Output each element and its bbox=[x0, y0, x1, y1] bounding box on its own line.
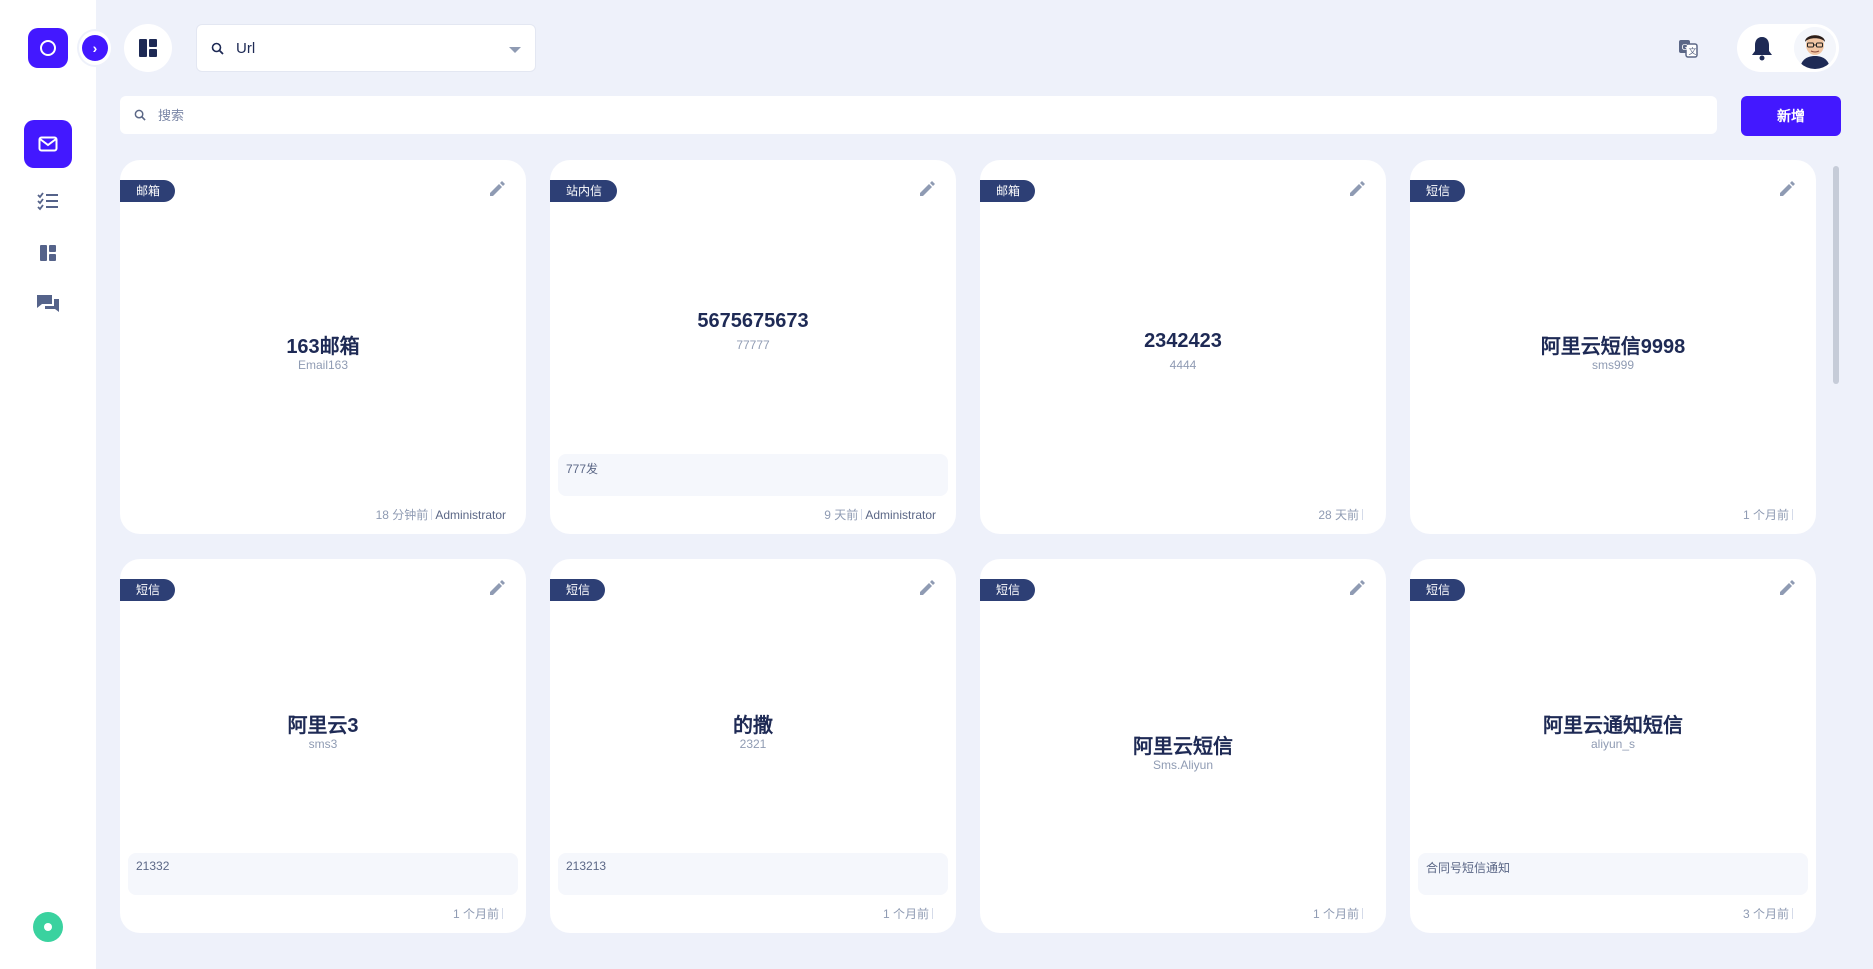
card-time: 1 个月前 bbox=[1312, 907, 1359, 921]
url-select-value: Url bbox=[236, 39, 256, 57]
card-type-badge: 短信 bbox=[550, 579, 606, 601]
svg-text:G: G bbox=[1682, 43, 1688, 52]
card-subtitle: aliyun_s bbox=[1590, 737, 1636, 751]
avatar[interactable] bbox=[1794, 27, 1836, 69]
status-indicator[interactable] bbox=[33, 912, 63, 942]
card-type-badge: 短信 bbox=[1410, 579, 1466, 601]
card-user: Administrator bbox=[865, 508, 936, 522]
checklist-icon bbox=[37, 192, 58, 211]
card-title: 的撒 bbox=[733, 715, 773, 737]
dashboard-icon bbox=[139, 39, 157, 57]
card-note: 合同号短信通知 bbox=[1418, 853, 1808, 895]
card-subtitle: 4444 bbox=[1169, 358, 1197, 372]
card-title: 阿里云3 bbox=[287, 715, 359, 737]
sidebar-expand-button[interactable]: › bbox=[77, 29, 113, 67]
card-subtitle: 77777 bbox=[736, 338, 770, 352]
chevron-right-icon: › bbox=[82, 35, 108, 61]
card-time: 1 个月前 bbox=[882, 907, 929, 921]
translate-button[interactable]: G文 bbox=[1676, 36, 1700, 60]
sidebar-item-mail[interactable] bbox=[24, 120, 72, 168]
card-time: 3 个月前 bbox=[1742, 907, 1789, 921]
add-button[interactable]: 新增 bbox=[1741, 96, 1841, 136]
edit-icon[interactable] bbox=[488, 180, 506, 198]
edit-icon[interactable] bbox=[1778, 579, 1796, 597]
card-type-badge: 邮箱 bbox=[120, 180, 176, 202]
template-card[interactable]: 站内信 5675675673 77777 777发 9 天前 Administra… bbox=[550, 160, 956, 534]
template-card[interactable]: 短信 的撒 2321 213213 1 个月前 bbox=[550, 559, 956, 933]
mail-icon bbox=[38, 136, 58, 152]
card-meta: 18 分钟前 Administrator bbox=[376, 506, 506, 523]
edit-icon[interactable] bbox=[488, 579, 506, 597]
dashboard-switch-button[interactable] bbox=[124, 24, 172, 72]
card-title: 阿里云通知短信 bbox=[1543, 715, 1683, 737]
card-time: 1 个月前 bbox=[1742, 508, 1789, 522]
card-subtitle: 2321 bbox=[739, 737, 767, 751]
card-type-badge: 短信 bbox=[980, 579, 1036, 601]
card-note: 777发 bbox=[558, 454, 948, 496]
card-subtitle: Sms.Aliyun bbox=[1152, 758, 1214, 772]
sidebar-item-dashboard[interactable] bbox=[24, 229, 72, 277]
template-card[interactable]: 短信 阿里云短信 Sms.Aliyun 1 个月前 bbox=[980, 559, 1386, 933]
template-card[interactable]: 短信 阿里云通知短信 aliyun_s 合同号短信通知 3 个月前 bbox=[1410, 559, 1816, 933]
card-type-badge: 站内信 bbox=[550, 180, 618, 202]
card-time: 18 分钟前 bbox=[375, 508, 429, 522]
template-card[interactable]: 邮箱 2342423 4444 28 天前 bbox=[980, 160, 1386, 534]
chat-icon bbox=[37, 295, 59, 312]
card-meta: 1 个月前 bbox=[883, 905, 936, 922]
card-time: 9 天前 bbox=[824, 508, 859, 522]
scrollbar-thumb[interactable] bbox=[1833, 166, 1839, 384]
card-type-badge: 邮箱 bbox=[980, 180, 1036, 202]
search-input[interactable] bbox=[158, 107, 1658, 123]
sidebar bbox=[0, 0, 96, 969]
dashboard-icon bbox=[40, 245, 56, 261]
card-note: 213213 bbox=[558, 853, 948, 895]
edit-icon[interactable] bbox=[1348, 180, 1366, 198]
card-meta: 28 天前 bbox=[1318, 506, 1366, 523]
template-card[interactable]: 短信 阿里云短信9998 sms999 1 个月前 bbox=[1410, 160, 1816, 534]
url-select[interactable]: Url bbox=[196, 24, 536, 72]
search-icon bbox=[211, 42, 224, 55]
card-title: 163邮箱 bbox=[286, 336, 360, 358]
card-type-badge: 短信 bbox=[120, 579, 176, 601]
edit-icon[interactable] bbox=[918, 579, 936, 597]
card-meta: 1 个月前 bbox=[453, 905, 506, 922]
card-subtitle: sms999 bbox=[1591, 358, 1635, 372]
card-subtitle: sms3 bbox=[308, 737, 338, 751]
user-avatar-icon bbox=[1794, 27, 1836, 69]
card-type-badge: 短信 bbox=[1410, 180, 1466, 202]
card-time: 1 个月前 bbox=[452, 907, 499, 921]
card-meta: 1 个月前 bbox=[1313, 905, 1366, 922]
template-card[interactable]: 短信 阿里云3 sms3 21332 1 个月前 bbox=[120, 559, 526, 933]
svg-text:文: 文 bbox=[1689, 46, 1697, 56]
translate-icon: G文 bbox=[1679, 40, 1698, 58]
bell-icon[interactable] bbox=[1750, 35, 1774, 61]
edit-icon[interactable] bbox=[918, 180, 936, 198]
card-title: 2342423 bbox=[1144, 330, 1222, 352]
card-note: 21332 bbox=[128, 853, 518, 895]
edit-icon[interactable] bbox=[1348, 579, 1366, 597]
edit-icon[interactable] bbox=[1778, 180, 1796, 198]
card-title: 阿里云短信9998 bbox=[1540, 336, 1686, 358]
app-logo[interactable] bbox=[28, 28, 68, 68]
search-icon bbox=[134, 109, 146, 121]
card-title: 5675675673 bbox=[697, 310, 809, 332]
card-subtitle: Email163 bbox=[297, 358, 349, 372]
template-card[interactable]: 邮箱 163邮箱 Email163 18 分钟前 Administrator bbox=[120, 160, 526, 534]
card-title: 阿里云短信 bbox=[1133, 736, 1233, 758]
search-bar bbox=[120, 96, 1717, 134]
sidebar-item-chat[interactable] bbox=[24, 279, 72, 327]
sidebar-item-tasks[interactable] bbox=[24, 177, 72, 225]
chevron-down-icon bbox=[509, 46, 521, 53]
card-grid: 邮箱 163邮箱 Email163 18 分钟前 Administrator 站内… bbox=[120, 160, 1817, 935]
card-meta: 9 天前 Administrator bbox=[824, 506, 936, 523]
card-meta: 3 个月前 bbox=[1743, 905, 1796, 922]
card-meta: 1 个月前 bbox=[1743, 506, 1796, 523]
card-time: 28 天前 bbox=[1318, 508, 1359, 522]
card-user: Administrator bbox=[435, 508, 506, 522]
